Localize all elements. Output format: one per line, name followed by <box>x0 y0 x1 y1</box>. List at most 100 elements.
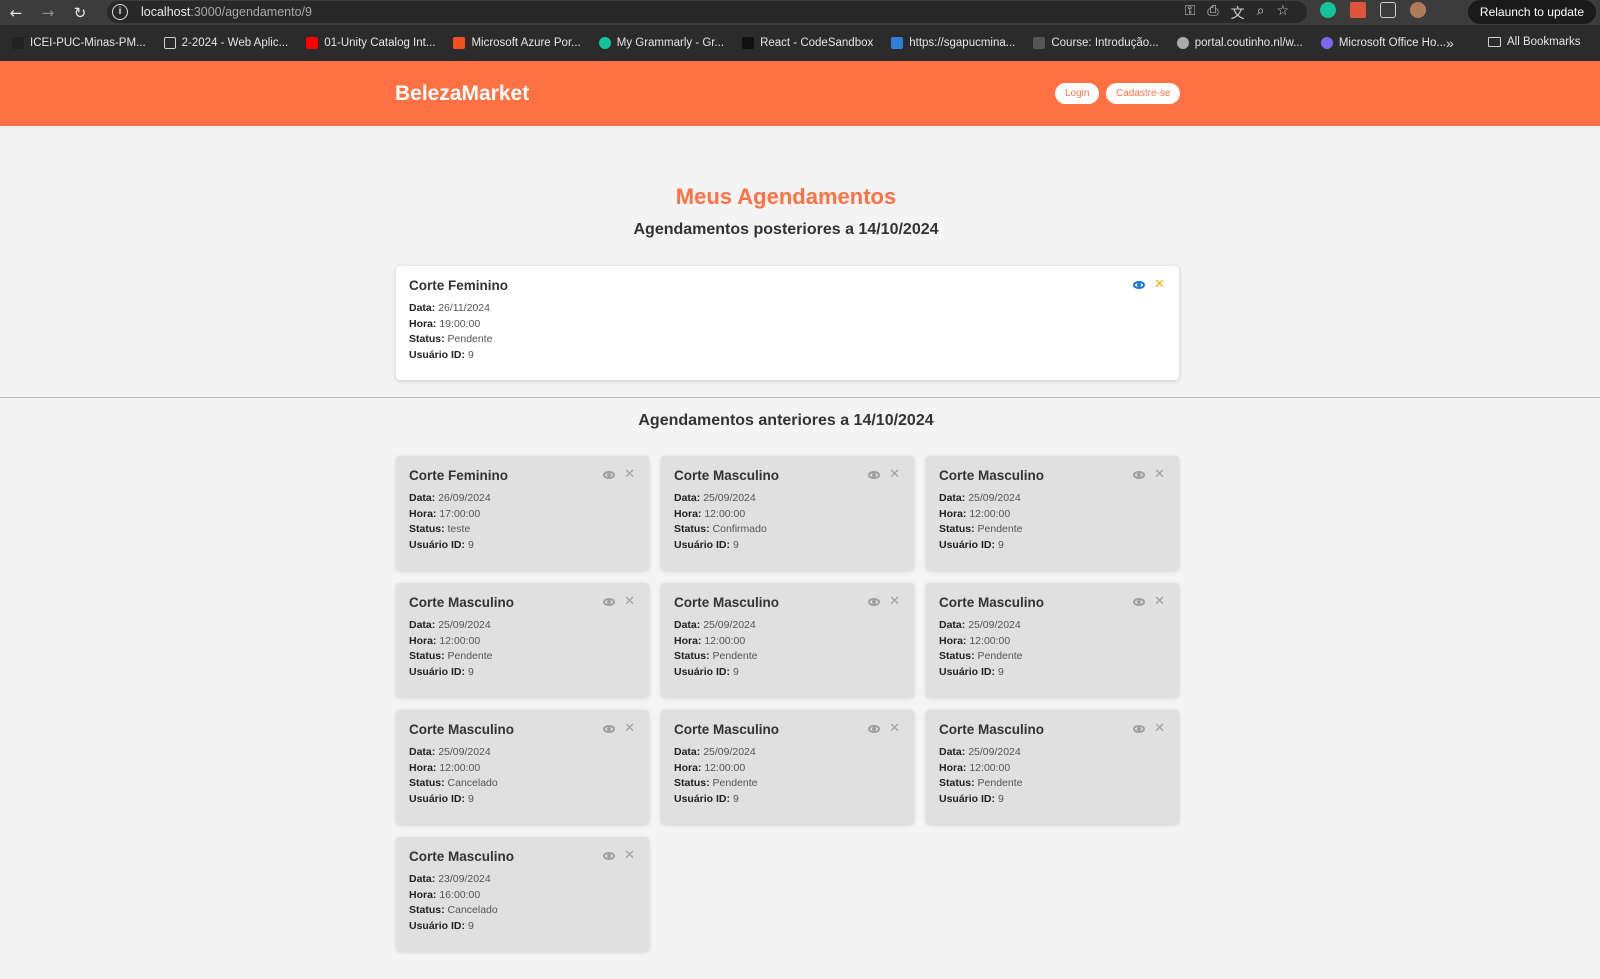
view-eye-icon[interactable] <box>1133 598 1146 606</box>
translate-icon[interactable]: 文 <box>1231 3 1245 23</box>
section-divider <box>0 397 1600 398</box>
cancel-x-icon[interactable]: ✕ <box>624 849 635 862</box>
card-actions: ✕ <box>1133 722 1165 735</box>
user-id-row: Usuário ID: 9 <box>409 665 636 681</box>
cancel-x-icon[interactable]: ✕ <box>1154 722 1165 735</box>
view-eye-icon[interactable] <box>1133 281 1146 289</box>
appointment-status-row: Status: Cancelado <box>409 776 636 792</box>
bookmark-item[interactable]: 2-2024 - Web Aplic... <box>163 37 288 49</box>
view-eye-icon[interactable] <box>868 471 881 479</box>
cancel-x-icon[interactable]: ✕ <box>889 722 900 735</box>
cancel-x-icon[interactable]: ✕ <box>889 468 900 481</box>
cancel-x-icon[interactable]: ✕ <box>1154 595 1165 608</box>
url-text[interactable]: localhost:3000/agendamento/9 <box>141 5 312 19</box>
cancel-x-icon[interactable]: ✕ <box>1154 278 1165 291</box>
appointment-time-value: 12:00:00 <box>969 761 1011 774</box>
cancel-x-icon[interactable]: ✕ <box>889 595 900 608</box>
appointment-status-label: Status: <box>674 523 710 535</box>
zoom-icon[interactable]: ⌕ <box>1257 3 1265 23</box>
bookmark-label: My Grammarly - Gr... <box>616 37 725 49</box>
view-eye-icon[interactable] <box>603 725 616 733</box>
grammarly-extension-icon[interactable] <box>1320 2 1336 18</box>
user-id-label: Usuário ID: <box>939 665 996 678</box>
all-bookmarks-button[interactable]: All Bookmarks <box>1488 36 1581 48</box>
appointment-card: Corte Feminino Data: 26/09/2024 Hora: 17:0… <box>396 456 649 570</box>
page-title: Meus Agendamentos <box>675 184 897 209</box>
card-actions: ✕ <box>868 468 900 481</box>
signup-button[interactable]: Cadastre-se <box>1106 83 1181 104</box>
user-id-row: Usuário ID: 9 <box>409 348 1166 364</box>
user-id-row: Usuário ID: 9 <box>939 538 1166 554</box>
appointment-time-value: 12:00:00 <box>704 507 746 520</box>
login-button[interactable]: Login <box>1055 83 1100 104</box>
user-id-label: Usuário ID: <box>674 792 731 805</box>
user-id-label: Usuário ID: <box>674 665 731 678</box>
bookmark-item[interactable]: React - CodeSandbox <box>742 37 873 49</box>
appointment-time-label: Hora: <box>409 888 437 901</box>
user-id-value: 9 <box>467 348 474 361</box>
forward-icon[interactable]: → <box>32 4 64 22</box>
cancel-x-icon[interactable]: ✕ <box>624 468 635 481</box>
bookmark-item[interactable]: portal.coutinho.nl/w... <box>1176 37 1303 49</box>
url-host: localhost <box>141 5 191 19</box>
appointment-status-row: Status: Pendente <box>409 649 636 665</box>
user-id-row: Usuário ID: 9 <box>409 538 636 554</box>
appointment-card: Corte Masculino Data: 25/09/2024 Hora: 12:… <box>396 710 649 824</box>
view-eye-icon[interactable] <box>603 598 616 606</box>
view-eye-icon[interactable] <box>1133 725 1146 733</box>
appointment-time-row: Hora: 12:00:00 <box>674 507 901 523</box>
appointment-date-row: Data: 25/09/2024 <box>939 745 1166 761</box>
site-info-icon[interactable]: i <box>112 4 128 20</box>
cancel-x-icon[interactable]: ✕ <box>624 595 635 608</box>
more-bookmarks-icon[interactable]: » <box>1446 35 1454 51</box>
appointment-time-value: 12:00:00 <box>439 634 481 647</box>
bookmark-item[interactable]: Microsoft Azure Por... <box>453 37 581 49</box>
back-icon[interactable]: ← <box>0 4 32 22</box>
bookmark-star-icon[interactable]: ☆ <box>1276 3 1289 23</box>
bookmark-item[interactable]: 01-Unity Catalog Int... <box>306 37 435 49</box>
reload-icon[interactable]: ↻ <box>64 4 96 22</box>
extensions-puzzle-icon[interactable] <box>1380 2 1396 18</box>
appointment-card: Corte Masculino Data: 25/09/2024 Hora: 12:… <box>661 710 914 824</box>
extension-icon[interactable] <box>1350 2 1366 18</box>
bookmark-label: ICEI-PUC-Minas-PM... <box>30 37 146 49</box>
course-icon <box>1033 37 1046 49</box>
appointment-time-row: Hora: 17:00:00 <box>409 507 636 523</box>
url-path: :3000/agendamento/9 <box>190 5 312 19</box>
appointment-status-value: Pendente <box>977 650 1023 662</box>
bookmark-item[interactable]: Course: Introdução... <box>1033 37 1159 49</box>
bookmark-item[interactable]: My Grammarly - Gr... <box>598 37 725 49</box>
appointment-status-value: Pendente <box>977 523 1023 535</box>
bookmark-label: React - CodeSandbox <box>760 37 874 49</box>
view-eye-icon[interactable] <box>868 598 881 606</box>
view-eye-icon[interactable] <box>603 471 616 479</box>
appointment-status-row: Status: Pendente <box>674 649 901 665</box>
bookmark-item[interactable]: ICEI-PUC-Minas-PM... <box>12 37 146 49</box>
brand-logo[interactable]: BelezaMarket <box>395 82 529 106</box>
appointment-date-row: Data: 25/09/2024 <box>409 745 636 761</box>
password-key-icon[interactable]: ⚿ <box>1185 3 1196 23</box>
profile-avatar[interactable] <box>1410 2 1426 18</box>
bookmark-label: Course: Introdução... <box>1051 37 1159 49</box>
appointment-status-label: Status: <box>409 333 445 345</box>
appointment-time-value: 12:00:00 <box>704 761 746 774</box>
folder-icon <box>163 37 176 49</box>
appointment-time-row: Hora: 12:00:00 <box>409 761 636 777</box>
view-eye-icon[interactable] <box>603 852 616 860</box>
appointment-card: Corte Masculino Data: 25/09/2024 Hora: 12:… <box>396 583 649 697</box>
install-app-icon[interactable]: ⎙ <box>1207 3 1218 23</box>
appointment-time-row: Hora: 12:00:00 <box>939 761 1166 777</box>
card-actions: ✕ <box>603 595 635 608</box>
view-eye-icon[interactable] <box>868 725 881 733</box>
appointment-date-value: 26/11/2024 <box>438 302 490 314</box>
cancel-x-icon[interactable]: ✕ <box>1154 468 1165 481</box>
appointment-status-value: teste <box>447 523 471 535</box>
appointment-time-value: 12:00:00 <box>704 634 746 647</box>
bookmark-item[interactable]: https://sgapucmina... <box>891 37 1015 49</box>
bookmark-item[interactable]: Microsoft Office Ho... <box>1320 37 1446 49</box>
view-eye-icon[interactable] <box>1133 471 1146 479</box>
relaunch-button[interactable]: Relaunch to update <box>1467 0 1596 24</box>
address-bar[interactable]: i localhost:3000/agendamento/9 ⚿ ⎙ 文 ⌕ ☆ <box>107 1 1307 23</box>
appointment-time-value: 12:00:00 <box>439 761 481 774</box>
cancel-x-icon[interactable]: ✕ <box>624 722 635 735</box>
